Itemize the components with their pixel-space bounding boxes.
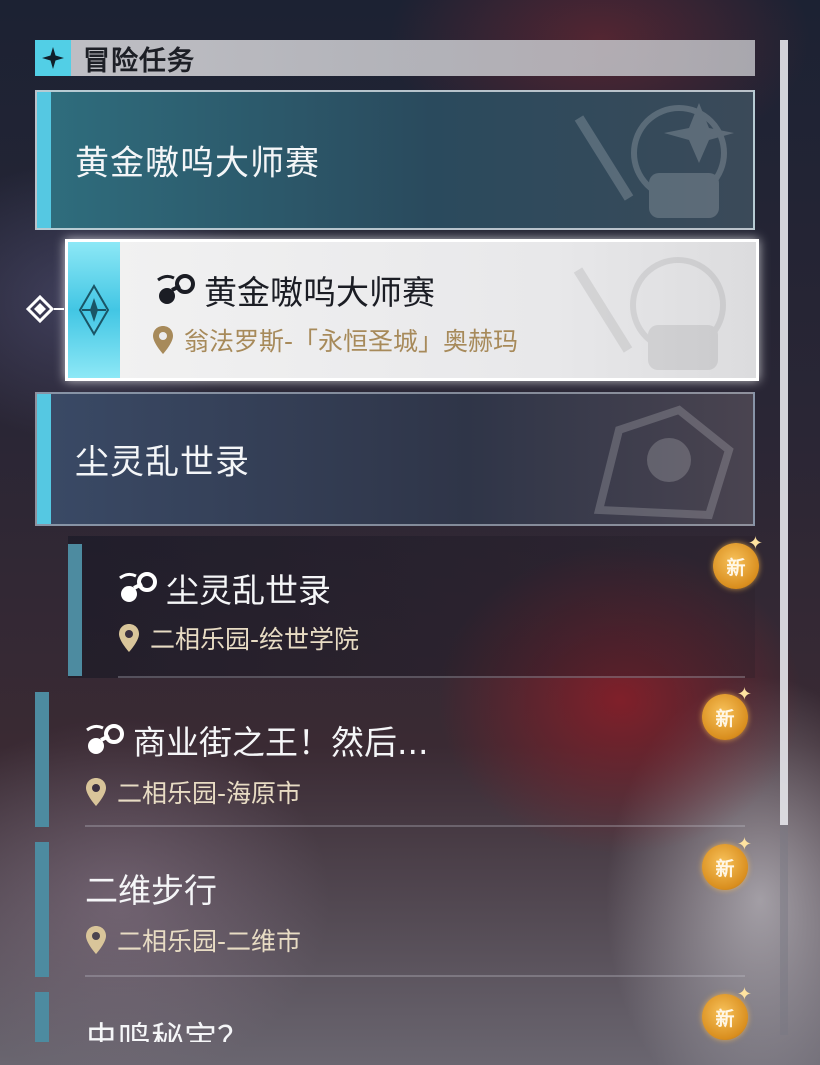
location-pin-icon: [118, 623, 140, 653]
quest-location-text: 二相乐园-海原市: [117, 779, 302, 808]
sparkle-icon: ✦: [736, 834, 752, 855]
diamond-emblem-icon: [78, 284, 110, 336]
quest-location-text: 二相乐园-二维市: [117, 927, 302, 956]
selected-quest-location: 翁法罗斯-「永恒圣城」奥赫玛: [152, 322, 518, 358]
quest-location-text: 二相乐园-绘世学院: [150, 625, 360, 654]
quest-title: 二维步行: [85, 864, 217, 912]
new-badge: 新 ✦: [696, 686, 752, 742]
sparkle-icon: ✦: [736, 984, 752, 1005]
location-pin-icon: [85, 777, 107, 807]
quest-row-2d-walk[interactable]: 二维步行 二相乐园-二维市: [35, 842, 755, 977]
location-pin-icon: [85, 925, 107, 955]
row-divider: [85, 825, 745, 827]
selected-quest-location-text: 翁法罗斯-「永恒圣城」奥赫玛: [184, 327, 519, 356]
selected-quest-title-text: 黄金嗷呜大师赛: [204, 273, 435, 312]
quest-accent-bar: [35, 992, 49, 1042]
quest-title-text: 尘灵乱世录: [166, 571, 331, 610]
quest-location: 二相乐园-海原市: [85, 774, 301, 810]
quest-title: 虫鸣秘宝？: [85, 1012, 250, 1042]
scrollbar-thumb[interactable]: [780, 40, 788, 825]
sparkle-icon: ✦: [736, 684, 752, 705]
selected-indicator-strip: [68, 242, 120, 378]
location-pin-icon: [152, 325, 174, 355]
group-accent-bar: [37, 394, 51, 524]
mascot-watermark-icon: [573, 257, 726, 370]
quest-title-text: 虫鸣秘宝？: [85, 1019, 250, 1042]
quest-accent-bar: [35, 692, 49, 827]
diamond-star-icon: [35, 40, 71, 76]
quest-group-golden-awoo[interactable]: 黄金嗷呜大师赛: [35, 90, 755, 230]
quest-title-text: 商业街之王！然后...: [133, 723, 429, 762]
row-divider: [118, 676, 745, 678]
quest-title: 商业街之王！然后...: [85, 716, 428, 764]
sparkle-icon: ✦: [747, 533, 763, 554]
selected-quest-card[interactable]: 黄金嗷呜大师赛 翁法罗斯-「永恒圣城」奥赫玛: [65, 239, 759, 381]
quest-row-street-king[interactable]: 商业街之王！然后... 二相乐园-海原市: [35, 692, 755, 827]
adventure-quest-icon: [156, 272, 196, 308]
quest-location: 二相乐园-绘世学院: [118, 620, 359, 656]
quest-accent-bar: [35, 842, 49, 977]
new-badge: 新 ✦: [707, 535, 763, 591]
quest-row-dust-spirit[interactable]: 尘灵乱世录 二相乐园-绘世学院: [68, 536, 755, 678]
group-title: 黄金嗷呜大师赛: [75, 143, 320, 184]
group-accent-bar: [37, 92, 51, 228]
new-badge: 新 ✦: [696, 836, 752, 892]
adventure-quest-icon: [85, 722, 125, 758]
quest-title: 尘灵乱世录: [118, 564, 331, 612]
quest-location: 二相乐园-二维市: [85, 922, 301, 958]
row-divider: [85, 975, 745, 977]
quest-category-title: 冒险任务: [83, 45, 195, 77]
quest-category-header: 冒险任务: [35, 40, 755, 77]
mascot-watermark-icon: [593, 405, 734, 520]
quest-group-dust-spirit[interactable]: 尘灵乱世录: [35, 392, 755, 526]
quest-accent-bar: [68, 544, 82, 676]
quest-title-text: 二维步行: [85, 871, 217, 910]
group-title: 尘灵乱世录: [75, 442, 250, 483]
selected-quest-title: 黄金嗷呜大师赛: [156, 266, 435, 314]
adventure-quest-icon: [118, 570, 158, 606]
quest-row-bug-treasure[interactable]: 虫鸣秘宝？: [35, 992, 755, 1042]
mascot-watermark-icon: [574, 103, 734, 218]
new-badge: 新 ✦: [696, 986, 752, 1042]
selection-pointer-icon: [25, 294, 66, 328]
